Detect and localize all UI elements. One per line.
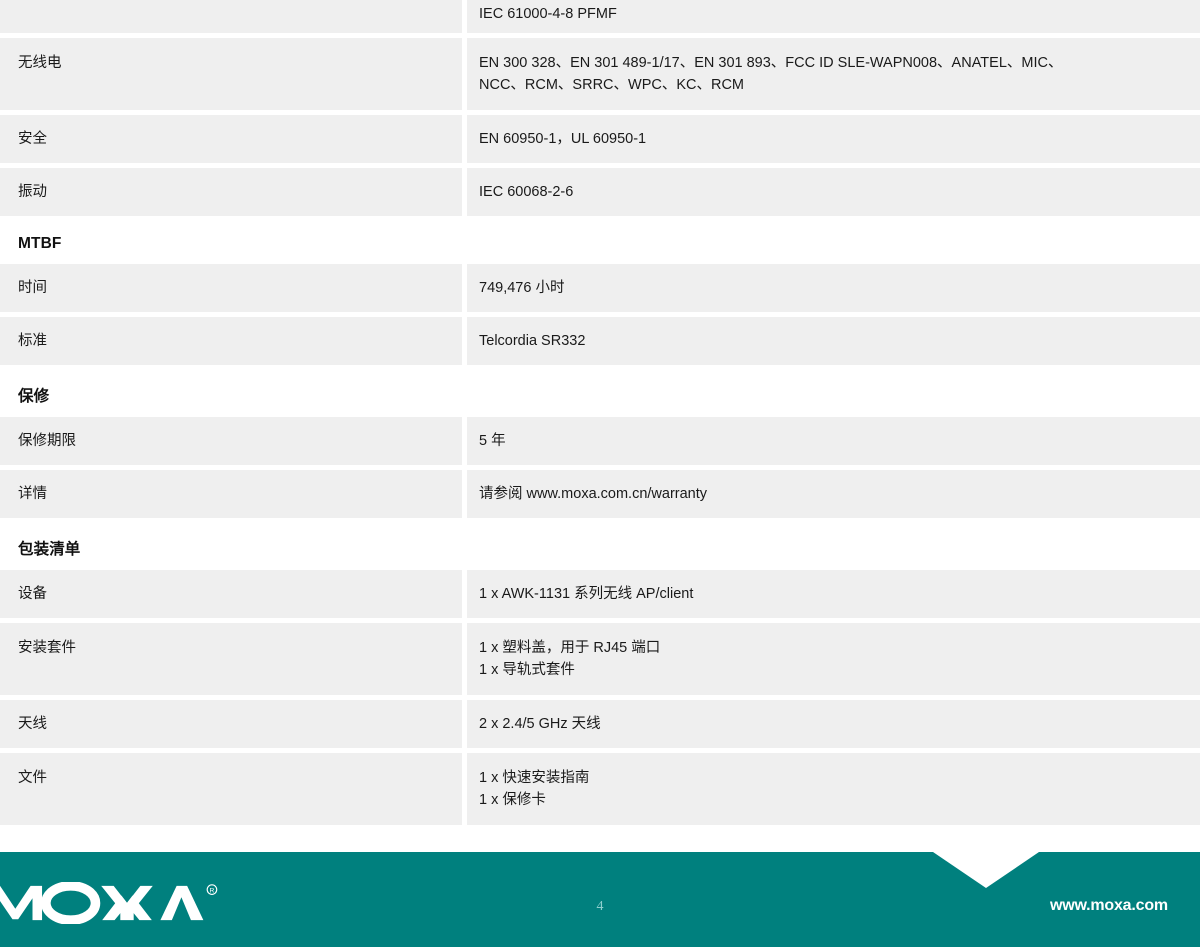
svg-text:R: R — [210, 888, 215, 895]
table-row: 保修期限 5 年 — [0, 417, 1200, 465]
table-row: 振动 IEC 60068-2-6 — [0, 168, 1200, 216]
spec-section: 无线电 EN 300 328、EN 301 489-1/17、EN 301 89… — [0, 38, 1200, 216]
spec-value: 1 x 快速安装指南 1 x 保修卡 — [467, 753, 1200, 825]
section-heading: 保修 — [18, 388, 50, 405]
spec-label: 无线电 — [0, 38, 462, 110]
spec-value: 请参阅 www.moxa.com.cn/warranty — [467, 470, 1200, 518]
spec-value: EN 60950-1，UL 60950-1 — [467, 115, 1200, 163]
spec-section-warranty: 保修 保修期限 5 年 详情 请参阅 www.moxa.com.cn/warra… — [0, 370, 1200, 518]
spec-value: 1 x AWK-1131 系列无线 AP/client — [467, 570, 1200, 618]
specifications-sheet: IEC 61000-4-8 PFMF 无线电 EN 300 328、EN 301… — [0, 0, 1200, 830]
table-row: 安全 EN 60950-1，UL 60950-1 — [0, 115, 1200, 163]
spec-value: IEC 61000-4-8 PFMF — [467, 0, 1200, 33]
spec-value: 1 x 塑料盖，用于 RJ45 端口 1 x 导轨式套件 — [467, 623, 1200, 695]
spec-value: Telcordia SR332 — [467, 317, 1200, 365]
spec-label: 标准 — [0, 317, 462, 365]
spec-label: 文件 — [0, 753, 462, 825]
spec-label: 安全 — [0, 115, 462, 163]
section-heading: 包装清单 — [18, 541, 81, 558]
spec-label: 详情 — [0, 470, 462, 518]
spec-value: IEC 60068-2-6 — [467, 168, 1200, 216]
spec-label: 天线 — [0, 700, 462, 748]
spec-section-mtbf: MTBF 时间 749,476 小时 标准 Telcordia SR332 — [0, 221, 1200, 365]
table-row: 标准 Telcordia SR332 — [0, 317, 1200, 365]
table-row: 天线 2 x 2.4/5 GHz 天线 — [0, 700, 1200, 748]
spec-value: 749,476 小时 — [467, 264, 1200, 312]
footer-website-url: www.moxa.com — [1050, 897, 1168, 914]
spec-label: 安装套件 — [0, 623, 462, 695]
section-heading: MTBF — [18, 235, 62, 252]
spec-value: EN 300 328、EN 301 489-1/17、EN 301 893、FC… — [467, 38, 1200, 110]
spec-section-package-checklist: 包装清单 设备 1 x AWK-1131 系列无线 AP/client 安装套件… — [0, 523, 1200, 825]
spec-label — [0, 0, 462, 33]
table-row: 无线电 EN 300 328、EN 301 489-1/17、EN 301 89… — [0, 38, 1200, 110]
table-row: 详情 请参阅 www.moxa.com.cn/warranty — [0, 470, 1200, 518]
spec-value: 2 x 2.4/5 GHz 天线 — [467, 700, 1200, 748]
footer-notch-triangle-icon — [933, 852, 1039, 888]
table-row: 安装套件 1 x 塑料盖，用于 RJ45 端口 1 x 导轨式套件 — [0, 623, 1200, 695]
spec-label: 振动 — [0, 168, 462, 216]
table-row: 文件 1 x 快速安装指南 1 x 保修卡 — [0, 753, 1200, 825]
table-row: IEC 61000-4-8 PFMF — [0, 0, 1200, 33]
table-row: 时间 749,476 小时 — [0, 264, 1200, 312]
table-row: 设备 1 x AWK-1131 系列无线 AP/client — [0, 570, 1200, 618]
spec-label: 设备 — [0, 570, 462, 618]
spec-label: 保修期限 — [0, 417, 462, 465]
page-number: 4 — [596, 899, 604, 914]
spec-value: 5 年 — [467, 417, 1200, 465]
spec-label: 时间 — [0, 264, 462, 312]
